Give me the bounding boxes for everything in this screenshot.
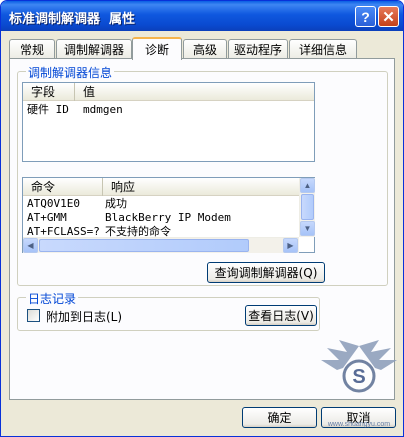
horizontal-scroll-thumb[interactable] — [39, 239, 249, 252]
arrow-up-icon: ▲ — [303, 181, 312, 190]
arrow-left-icon: ◀ — [27, 241, 34, 250]
tab-driver[interactable]: 驱动程序 — [228, 39, 288, 59]
cancel-button[interactable]: 取消 — [321, 407, 396, 428]
append-to-log-checkbox[interactable] — [27, 309, 40, 322]
properties-window: 标准调制解调器 属性 ? ✕ 常规 调制解调器 诊断 高级 驱动程序 详细信息 … — [0, 0, 404, 437]
scroll-right-button[interactable]: ▶ — [283, 238, 298, 253]
ok-button[interactable]: 确定 — [242, 407, 317, 428]
column-command[interactable]: 命令 — [23, 178, 103, 196]
close-button[interactable]: ✕ — [378, 6, 399, 27]
horizontal-scrollbar[interactable]: ◀ ▶ — [23, 237, 299, 253]
scroll-down-button[interactable]: ▼ — [300, 221, 315, 236]
tab-general[interactable]: 常规 — [9, 39, 55, 59]
view-log-button[interactable]: 查看日志(V) — [245, 305, 317, 326]
table-row[interactable]: AT+GMM BlackBerry IP Modem — [27, 211, 297, 225]
arrow-right-icon: ▶ — [287, 241, 294, 250]
tab-modem[interactable]: 调制解调器 — [56, 39, 132, 59]
logging-group: 日志记录 附加到日志(L) 查看日志(V) — [17, 290, 320, 331]
logging-group-label: 日志记录 — [26, 290, 79, 307]
value-cell: mdmgen — [83, 103, 123, 116]
query-modem-button[interactable]: 查询调制解调器(Q) — [207, 262, 325, 283]
vertical-scrollbar[interactable]: ▲ ▼ — [299, 178, 315, 237]
modem-info-group: 调制解调器信息 字段 值 硬件 ID mdmgen 命令 响应 ATQ0V1E0… — [17, 64, 388, 286]
close-icon: ✕ — [382, 8, 395, 26]
help-button[interactable]: ? — [355, 6, 376, 27]
command-cell: AT+GMM — [27, 211, 67, 224]
command-response-header: 命令 响应 — [23, 178, 314, 196]
response-cell: 成功 — [105, 197, 127, 210]
command-cell: ATQ0V1E0 — [27, 197, 80, 210]
field-value-header: 字段 值 — [23, 83, 314, 101]
list-item[interactable]: 硬件 ID mdmgen — [27, 103, 307, 117]
arrow-down-icon: ▼ — [303, 224, 312, 233]
diagnostics-panel: 调制解调器信息 字段 值 硬件 ID mdmgen 命令 响应 ATQ0V1E0… — [9, 58, 395, 400]
response-cell: BlackBerry IP Modem — [105, 211, 231, 224]
vertical-scroll-thumb[interactable] — [301, 194, 314, 220]
tab-diagnostics[interactable]: 诊断 — [132, 37, 182, 60]
append-to-log-label[interactable]: 附加到日志(L) — [46, 308, 122, 325]
scroll-left-button[interactable]: ◀ — [23, 238, 38, 253]
scroll-up-button[interactable]: ▲ — [300, 178, 315, 193]
column-value[interactable]: 值 — [75, 83, 316, 101]
tab-advanced[interactable]: 高级 — [183, 39, 227, 59]
title-bar[interactable]: 标准调制解调器 属性 ? ✕ — [1, 1, 403, 31]
command-response-list[interactable]: 命令 响应 ATQ0V1E0 成功 AT+GMM BlackBerry IP M… — [22, 177, 315, 253]
field-value-list[interactable]: 字段 值 硬件 ID mdmgen — [22, 82, 315, 162]
window-title: 标准调制解调器 属性 — [9, 12, 136, 27]
field-cell: 硬件 ID — [27, 103, 69, 116]
tab-details[interactable]: 详细信息 — [289, 39, 357, 59]
column-response[interactable]: 响应 — [103, 178, 298, 196]
table-row[interactable]: ATQ0V1E0 成功 — [27, 197, 297, 211]
column-field[interactable]: 字段 — [23, 83, 75, 101]
modem-info-group-label: 调制解调器信息 — [26, 64, 115, 81]
